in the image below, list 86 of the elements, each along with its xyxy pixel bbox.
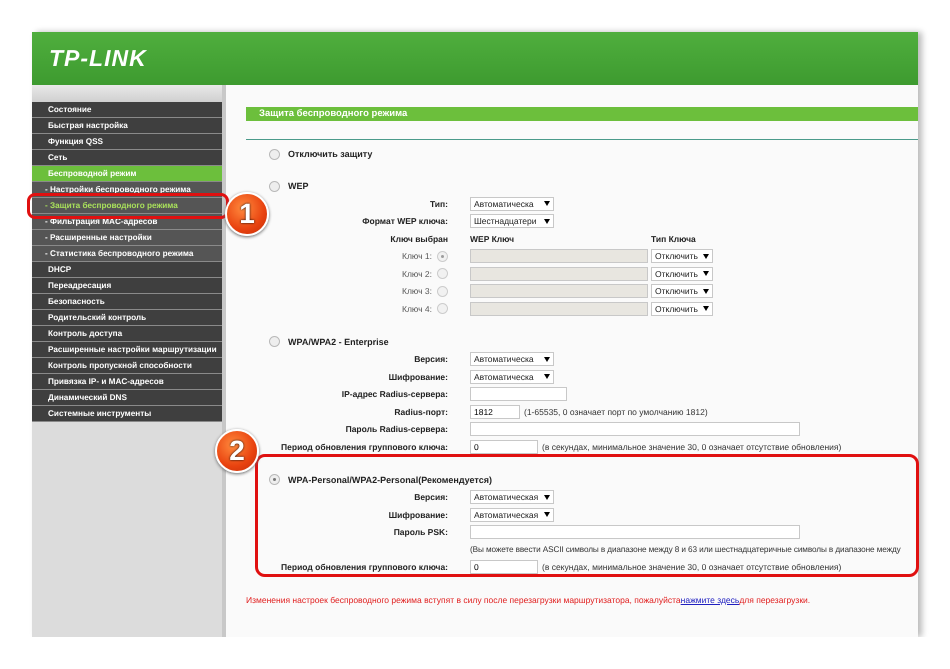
caret-icon — [544, 218, 550, 224]
field-label: Версия: — [413, 354, 448, 364]
sidebar-item[interactable]: Переадресация — [32, 278, 222, 294]
section-title: Защита беспроводного режима — [246, 107, 918, 121]
radio-button[interactable] — [269, 180, 280, 192]
logo: TP-LINK — [49, 45, 147, 72]
sidebar-item[interactable]: Функция QSS — [32, 134, 222, 150]
dropdown[interactable]: Шестнадцатери — [470, 214, 554, 228]
sidebar-item[interactable]: Привязка IP- и MAC-адресов — [32, 374, 222, 390]
column-header: Тип Ключа — [651, 234, 696, 244]
sidebar-item[interactable]: - Расширенные настройки — [32, 230, 222, 246]
option-label: WEP — [288, 181, 309, 191]
option-label: Отключить защиту — [288, 149, 372, 159]
key-label: Ключ 1: — [402, 251, 432, 262]
field-label: Период обновления группового ключа: — [280, 442, 448, 452]
dropdown[interactable]: Автоматическая — [470, 490, 554, 504]
radio-button[interactable] — [269, 336, 280, 347]
dropdown[interactable]: Отключить — [651, 284, 713, 298]
sidebar-item[interactable]: - Статистика беспроводного режима — [32, 246, 222, 262]
caret-icon — [703, 288, 709, 294]
dropdown[interactable]: Автоматическа — [470, 370, 554, 384]
caret-icon — [544, 374, 550, 380]
hint-text: (в секундах, минимальное значение 30, 0 означает отсутствие обновления) — [542, 442, 842, 452]
radio-button[interactable] — [437, 268, 448, 280]
field-label: Период обновления группового ключа: — [280, 562, 448, 572]
radio-button[interactable] — [269, 474, 280, 485]
field-label: Radius-порт: — [393, 406, 448, 417]
hint-text: (в секундах, минимальное значение 30, 0 означает отсутствие обновления) — [542, 562, 842, 572]
field-label: Тип: — [428, 198, 448, 209]
restart-note: Изменения настроек беспроводного режима вступят в силу после перезагрузки маршрутизатора, пожалуйстанажмите здесьдля перезагрузки. — [246, 595, 812, 605]
hint-text: (Вы можете ввести ASCII символы в диапазоне между 8 и 63 или шестнадцатеричные символы в диапазоне между — [470, 545, 901, 554]
dropdown[interactable]: Автоматическа — [470, 196, 554, 211]
option-label: WPA/WPA2 - Enterprise — [288, 336, 389, 346]
radio-button[interactable] — [437, 303, 448, 314]
field-label: Пароль Radius-сервера: — [344, 424, 448, 434]
caret-icon — [544, 512, 550, 518]
sidebar-item[interactable]: Контроль доступа — [32, 326, 222, 342]
dropdown[interactable]: Отключить — [651, 249, 713, 264]
caret-icon — [703, 254, 709, 259]
field-label: IP-адрес Radius-сервера: — [340, 389, 448, 400]
sidebar-item[interactable]: - Защита беспроводного режима — [32, 198, 222, 214]
input-field[interactable]: 0 — [470, 440, 538, 454]
caret-icon — [544, 356, 550, 362]
radio-button[interactable] — [437, 286, 448, 297]
caret-icon — [703, 271, 709, 276]
input-field[interactable] — [470, 525, 800, 540]
input-field[interactable] — [470, 284, 648, 298]
field-label: Пароль PSK: — [392, 527, 448, 538]
sidebar-item[interactable]: Сеть — [32, 150, 222, 166]
key-label: Ключ 2: — [402, 268, 432, 279]
input-field[interactable] — [470, 422, 800, 436]
column-header: WEP Ключ — [470, 234, 516, 244]
sidebar-item[interactable]: Системные инструменты — [32, 406, 222, 422]
dropdown[interactable]: Отключить — [651, 302, 713, 316]
input-field[interactable]: 0 — [470, 560, 538, 574]
input-field[interactable] — [470, 302, 648, 316]
sidebar-item[interactable]: Контроль пропускной способности — [32, 358, 222, 374]
column-header: Ключ выбран — [389, 234, 448, 244]
sidebar-item[interactable]: DHCP — [32, 262, 222, 278]
hint-text: (1-65535, 0 означает порт по умолчанию 1812) — [524, 406, 708, 417]
caret-icon — [703, 306, 709, 312]
field-label: Шифрование: — [388, 510, 448, 520]
sidebar-item[interactable]: Безопасность — [32, 294, 222, 310]
key-label: Ключ 4: — [402, 304, 432, 314]
input-field[interactable] — [470, 266, 648, 281]
input-field[interactable] — [470, 387, 567, 402]
input-field[interactable]: 1812 — [470, 404, 520, 419]
field-label: Формат WEP ключа: — [361, 216, 448, 226]
dropdown[interactable]: Автоматическая — [470, 508, 554, 522]
option-label: WPA-Personal/WPA2-Personal(Рекомендуется) — [288, 474, 492, 484]
sidebar-item[interactable]: Быстрая настройка — [32, 118, 222, 134]
caret-icon — [544, 494, 550, 500]
sidebar-item[interactable]: Расширенные настройки маршрутизации — [32, 342, 222, 358]
field-label: Версия: — [413, 492, 448, 502]
sidebar-item[interactable]: Родительский контроль — [32, 310, 222, 326]
sidebar-item[interactable]: Состояние — [32, 102, 222, 118]
sidebar-item[interactable]: Динамический DNS — [32, 390, 222, 406]
radio-button[interactable] — [269, 148, 280, 160]
radio-button[interactable] — [437, 250, 448, 262]
field-label: Шифрование: — [388, 372, 448, 382]
dropdown[interactable]: Автоматическа — [470, 352, 554, 366]
input-field[interactable] — [470, 249, 648, 264]
key-label: Ключ 3: — [402, 286, 432, 296]
dropdown[interactable]: Отключить — [651, 266, 713, 281]
restart-link[interactable]: нажмите здесь — [680, 595, 740, 605]
caret-icon — [544, 201, 550, 206]
